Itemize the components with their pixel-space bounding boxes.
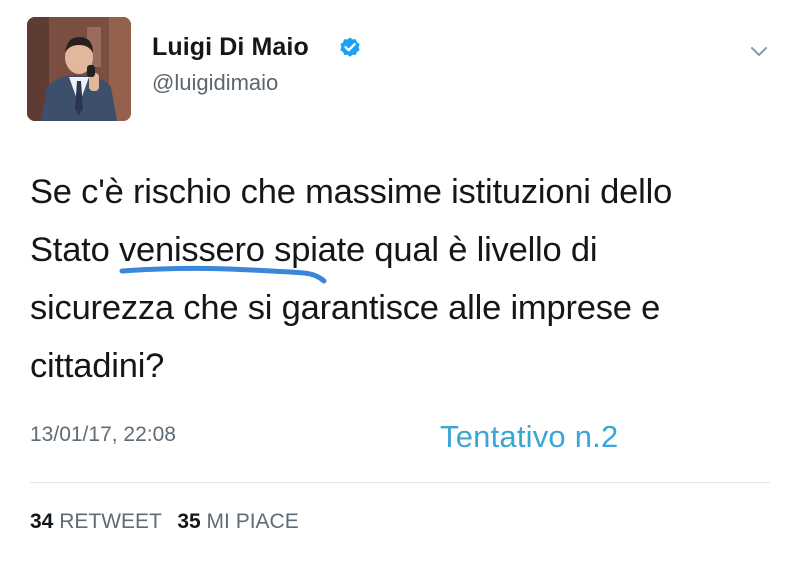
tweet-text-line: Stato venissero spiate qual è livello di — [30, 231, 598, 269]
avatar-photo — [27, 17, 131, 121]
retweet-stat[interactable]: 34 RETWEET — [30, 510, 167, 533]
tweet-card: Luigi Di Maio @luigidimaio Se c'è rischi… — [0, 0, 800, 566]
like-stat[interactable]: 35 MI PIACE — [177, 510, 298, 533]
user-handle[interactable]: @luigidimaio — [152, 70, 278, 96]
like-label: MI PIACE — [206, 510, 299, 533]
avatar[interactable] — [27, 17, 131, 121]
tweet-text-line: cittadini? — [30, 347, 165, 385]
verified-badge-icon — [340, 37, 360, 57]
retweet-count: 34 — [30, 510, 54, 533]
tweet-stats: 34 RETWEET 35 MI PIACE — [30, 510, 309, 534]
retweet-label: RETWEET — [59, 510, 162, 533]
divider — [30, 482, 770, 483]
tweet-timestamp[interactable]: 13/01/17, 22:08 — [30, 423, 176, 447]
annotation-text: Tentativo n.2 — [440, 419, 619, 454]
display-name[interactable]: Luigi Di Maio — [152, 33, 309, 62]
tweet-text: Se c'è rischio che massime istituzioni d… — [30, 163, 780, 395]
tweet-text-line: Se c'è rischio che massime istituzioni d… — [30, 173, 673, 211]
like-count: 35 — [177, 510, 201, 533]
tweet-text-line: sicurezza che si garantisce alle imprese… — [30, 289, 661, 327]
chevron-down-icon[interactable] — [748, 40, 770, 62]
